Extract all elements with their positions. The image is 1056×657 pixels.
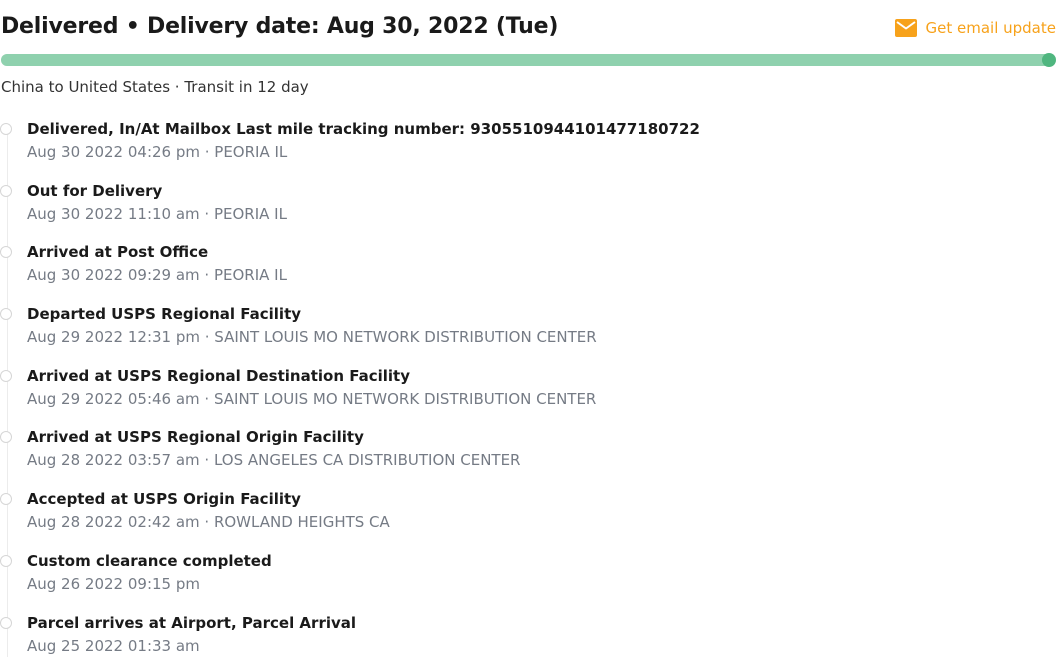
route-summary: China to United States · Transit in 12 d… [1,78,309,96]
timeline-event: Delivered, In/At Mailbox Last mile track… [0,120,1056,182]
get-email-update-button[interactable]: Get email update [894,18,1056,38]
tracking-page: Delivered • Delivery date: Aug 30, 2022 … [0,0,1056,657]
event-title: Parcel arrives at Airport, Parcel Arriva… [27,613,357,632]
timeline-event: Out for Delivery Aug 30 2022 11:10 am · … [0,182,1056,244]
event-time-location: Aug 30 2022 09:29 am · PEORIA IL [27,266,287,285]
delivery-status-title: Delivered • Delivery date: Aug 30, 2022 … [1,14,559,39]
delivery-progress-end-dot [1042,53,1056,67]
get-email-update-label: Get email update [925,19,1056,37]
event-title: Arrived at Post Office [27,243,209,262]
timeline-node [0,554,12,567]
timeline-node [0,493,12,506]
mail-icon [894,18,918,38]
timeline-event: Custom clearance completed Aug 26 2022 0… [0,552,1056,614]
event-time-location: Aug 28 2022 02:42 am · ROWLAND HEIGHTS C… [27,513,390,532]
event-title: Arrived at USPS Regional Origin Facility [27,428,364,447]
event-time-location: Aug 30 2022 11:10 am · PEORIA IL [27,204,287,223]
event-time-location: Aug 29 2022 05:46 am · SAINT LOUIS MO NE… [27,389,597,408]
timeline-node [0,123,12,135]
event-time-location: Aug 29 2022 12:31 pm · SAINT LOUIS MO NE… [27,328,597,347]
tracking-timeline: Delivered, In/At Mailbox Last mile track… [0,120,1056,657]
event-title: Custom clearance completed [27,551,272,570]
timeline-event: Arrived at USPS Regional Destination Fac… [0,367,1056,429]
event-time-location: Aug 25 2022 01:33 am [27,636,200,655]
event-time-location: Aug 26 2022 09:15 pm [27,574,200,593]
timeline-event: Accepted at USPS Origin Facility Aug 28 … [0,490,1056,552]
event-title: Departed USPS Regional Facility [27,305,302,324]
event-title: Accepted at USPS Origin Facility [27,490,301,509]
timeline-event: Departed USPS Regional Facility Aug 29 2… [0,305,1056,367]
event-title: Arrived at USPS Regional Destination Fac… [27,366,410,385]
timeline-node [0,369,12,382]
event-title: Delivered, In/At Mailbox Last mile track… [27,120,700,138]
timeline-node [0,431,12,444]
delivery-progress-bar [1,53,1056,67]
event-time-location: Aug 30 2022 04:26 pm · PEORIA IL [27,143,288,161]
tracking-header: Delivered • Delivery date: Aug 30, 2022 … [0,14,1056,46]
timeline-node [0,246,12,259]
event-title: Out for Delivery [27,181,163,200]
timeline-node [0,308,12,321]
delivery-progress-fill [1,54,1055,66]
timeline-node [0,616,12,629]
event-time-location: Aug 28 2022 03:57 am · LOS ANGELES CA DI… [27,451,521,470]
timeline-event: Arrived at Post Office Aug 30 2022 09:29… [0,243,1056,305]
timeline-node [0,184,12,197]
timeline-event: Parcel arrives at Airport, Parcel Arriva… [0,614,1056,657]
timeline-event: Arrived at USPS Regional Origin Facility… [0,428,1056,490]
